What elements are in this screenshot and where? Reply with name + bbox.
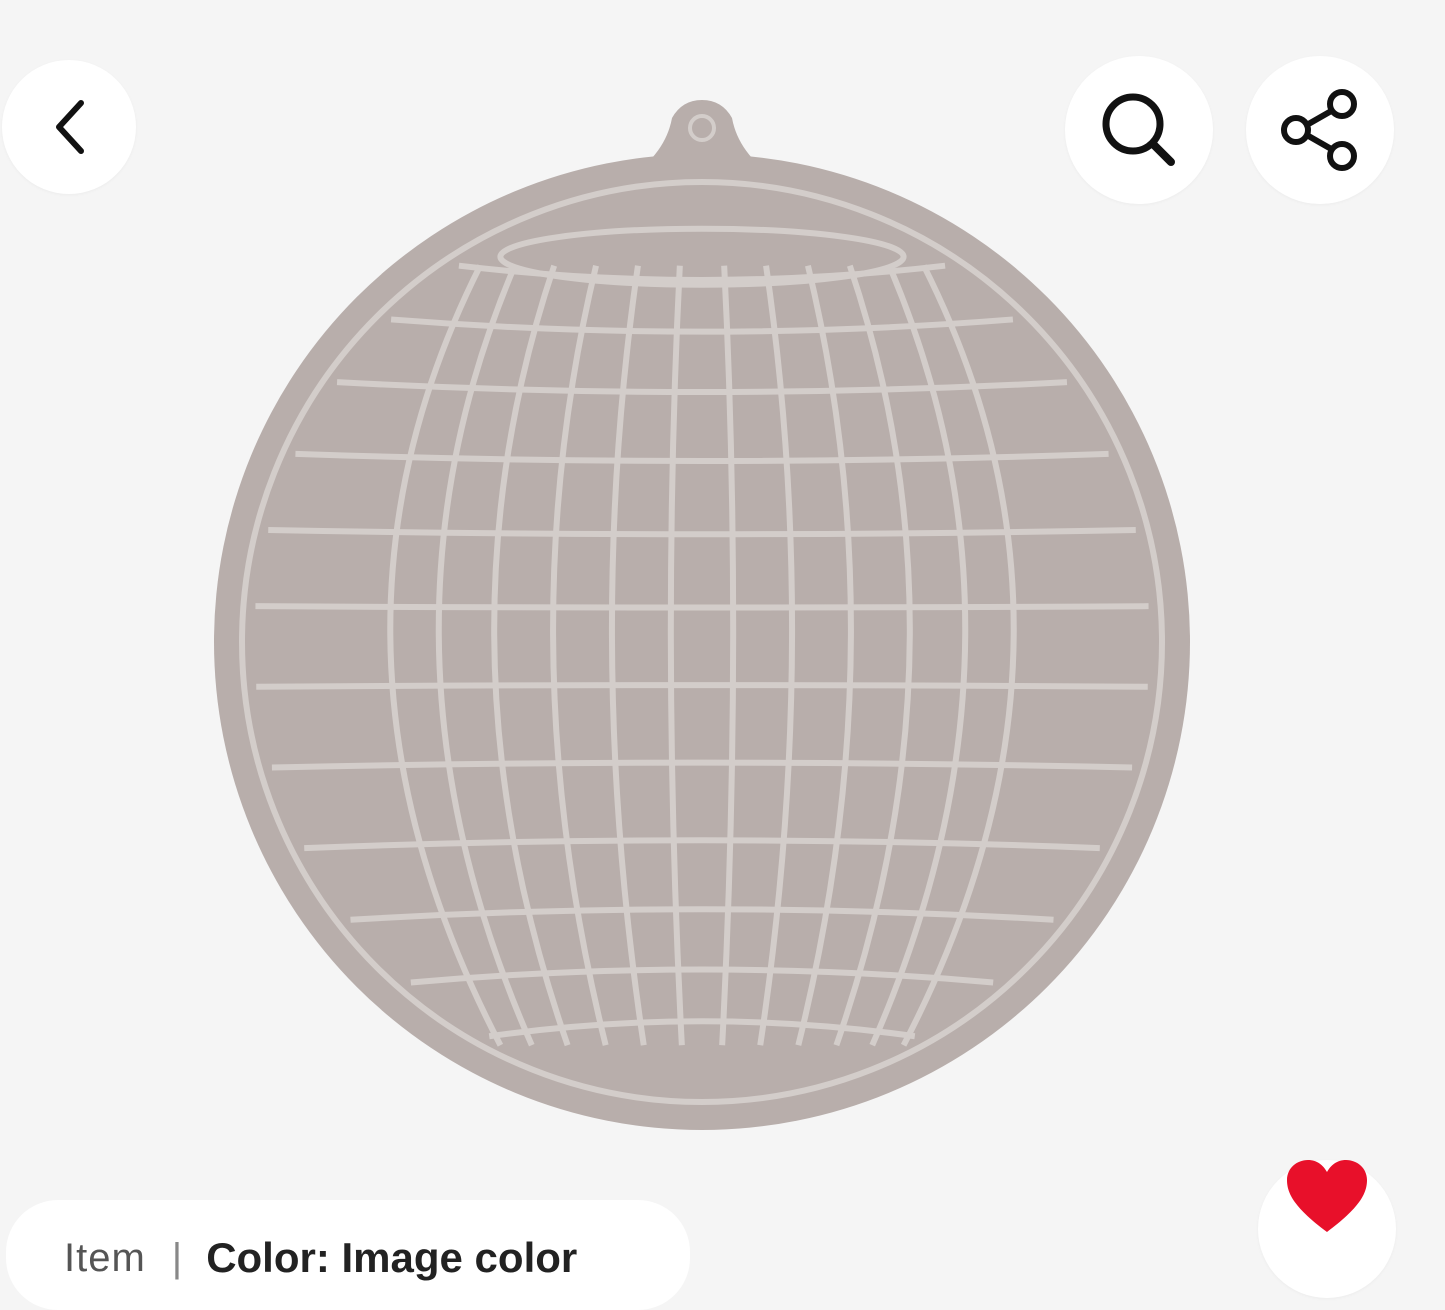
product-image <box>214 100 1190 1130</box>
share-icon <box>1281 89 1357 171</box>
variant-selector[interactable]: Item | Color: Image color <box>6 1200 690 1310</box>
search-button[interactable] <box>1065 56 1213 204</box>
back-button[interactable] <box>2 60 136 194</box>
search-icon <box>1102 93 1175 166</box>
chevron-left-icon <box>56 100 84 154</box>
favorite-button[interactable] <box>1258 1160 1396 1298</box>
selected-color-label: Color: Image color <box>206 1234 578 1281</box>
share-button[interactable] <box>1246 56 1394 204</box>
separator: | <box>171 1235 183 1280</box>
variant-text: Item | Color: Image color <box>64 1234 577 1282</box>
heart-icon <box>1287 1160 1367 1232</box>
item-label: Item <box>64 1235 146 1280</box>
